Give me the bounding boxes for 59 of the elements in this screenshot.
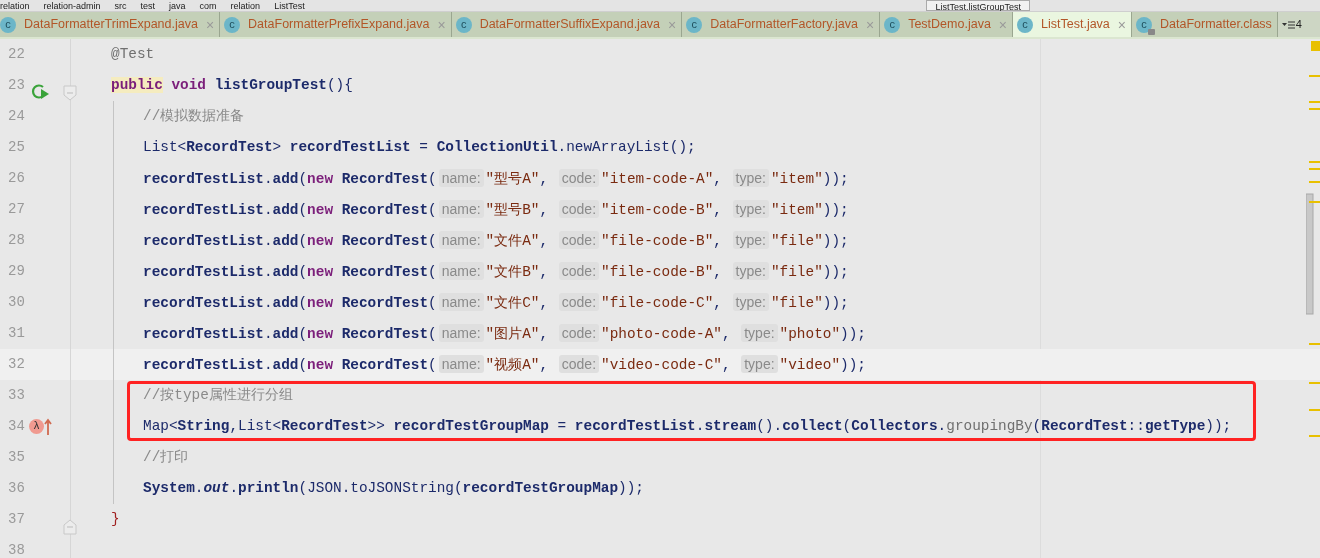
editor-tab[interactable]: c DataFormatterSuffixExpand.java × <box>451 12 683 37</box>
code-line: recordTestList.add(new RecordTest( name: "视频A", code: "video-code-C", type: "video")); <box>143 357 866 373</box>
class-file-icon: c <box>455 16 472 33</box>
line-number: 25 <box>8 139 25 155</box>
tab-list-icon <box>1281 19 1296 30</box>
code-line: //打印 <box>143 449 189 465</box>
breadcrumb-item[interactable]: java <box>169 0 186 11</box>
line-number: 37 <box>8 511 25 527</box>
line-number: 38 <box>8 542 25 558</box>
line-number: 27 <box>8 201 25 217</box>
code-line: recordTestList.add(new RecordTest( name: "文件A", code: "file-code-B", type: "file")); <box>143 233 849 249</box>
breadcrumb-item[interactable]: src <box>114 0 127 11</box>
line-number: 22 <box>8 46 25 62</box>
code-line: recordTestList.add(new RecordTest( name: "文件C", code: "file-code-C", type: "file")); <box>143 295 849 311</box>
line-number: 28 <box>8 232 25 248</box>
locked-class-icon: c <box>1136 16 1152 33</box>
code-line: //模拟数据准备 <box>143 108 245 124</box>
breadcrumb-item[interactable]: com <box>199 0 217 11</box>
class-file-icon: c <box>1017 16 1034 33</box>
breadcrumb-item[interactable]: ListTest <box>274 0 305 11</box>
line-number: 23 <box>8 77 25 93</box>
code-line: recordTestList.add(new RecordTest( name: "型号B", code: "item-code-B", type: "item")); <box>143 202 849 218</box>
breadcrumb-item[interactable]: test <box>140 0 156 11</box>
code-line: recordTestList.add(new RecordTest( name: "型号A", code: "item-code-A", type: "item")); <box>143 171 849 187</box>
breadcrumb-item[interactable]: relation <box>230 0 261 11</box>
class-file-icon: c <box>0 16 16 33</box>
class-file-icon: c <box>224 16 241 33</box>
line-number: 33 <box>8 387 25 403</box>
code-line: //按type属性进行分组 <box>143 387 293 403</box>
line-number: 36 <box>8 480 25 496</box>
line-number: 24 <box>8 108 25 124</box>
code-line: System.out.println(JSON.toJSONString(recordTestGroupMap)); <box>143 480 644 496</box>
code-line: Map<String,List<RecordTest>> recordTestGroupMap = recordTestList.stream().collect(Collectors.groupingBy(RecordTest::getType)); <box>143 418 1232 434</box>
close-tab-button[interactable]: × <box>1117 17 1126 32</box>
editor-tab[interactable]: c ListTest.java × <box>1013 12 1132 37</box>
line-number: 26 <box>8 170 25 186</box>
class-file-icon: c <box>686 16 703 33</box>
breadcrumb-item[interactable]: relation-admin <box>43 0 101 11</box>
editor-tab[interactable]: c DataFormatterTrimExpand.java × <box>0 12 221 37</box>
breadcrumb-item[interactable]: relation <box>0 0 30 11</box>
line-number: 32 <box>8 356 25 372</box>
editor-tab[interactable]: c DataFormatter.class <box>1132 12 1278 37</box>
code-line: public void listGroupTest(){ <box>111 77 353 93</box>
run-configuration-dropdown[interactable]: ListTest.listGroupTest <box>926 0 1030 11</box>
editor-tab[interactable]: c DataFormatterFactory.java × <box>682 12 881 37</box>
editor-tab[interactable]: c DataFormatterPrefixExpand.java × <box>220 12 452 37</box>
line-number: 35 <box>8 449 25 465</box>
code-line: } <box>111 511 120 527</box>
code-line: @Test <box>111 46 155 62</box>
line-number: 29 <box>8 263 25 279</box>
line-number: 34 <box>8 418 25 434</box>
editor-tab[interactable]: c TestDemo.java × <box>880 12 1014 37</box>
tab-overflow-button[interactable]: 4 <box>1281 12 1302 37</box>
class-file-icon: c <box>884 16 901 33</box>
line-number: 30 <box>8 294 25 310</box>
code-line: recordTestList.add(new RecordTest( name: "图片A", code: "photo-code-A", type: "photo")); <box>143 326 866 342</box>
line-number: 31 <box>8 325 25 341</box>
code-line: List<RecordTest> recordTestList = CollectionUtil.newArrayList(); <box>143 139 696 155</box>
code-line: recordTestList.add(new RecordTest( name: "文件B", code: "file-code-B", type: "file")); <box>143 264 849 280</box>
